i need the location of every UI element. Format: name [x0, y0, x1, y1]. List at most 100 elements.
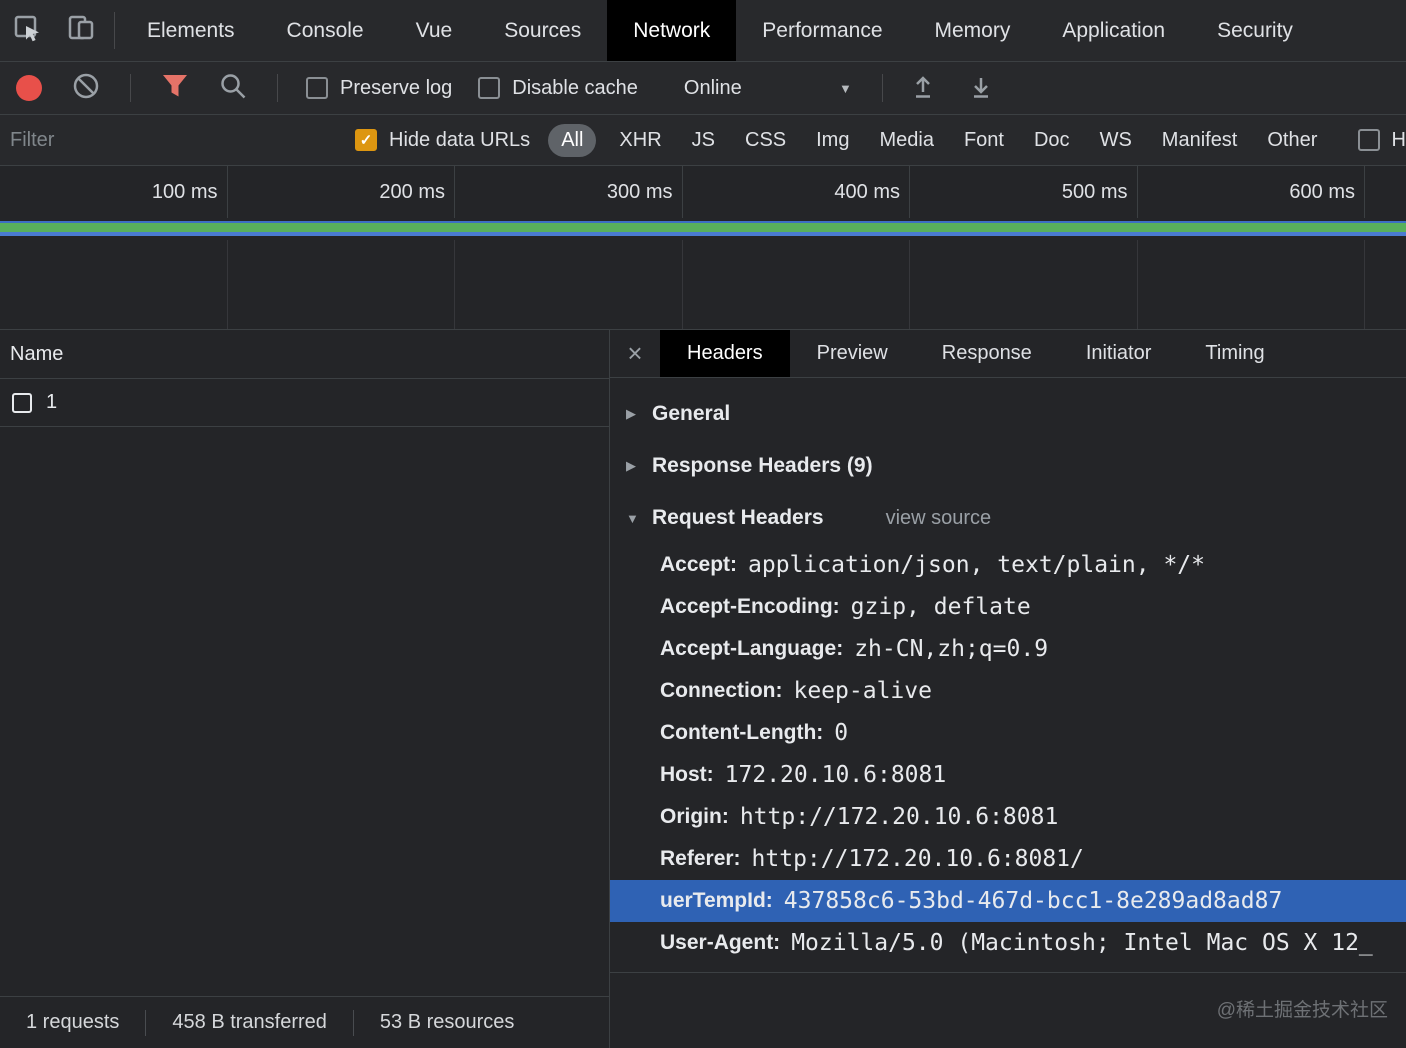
timeline-tick: 300 ms — [455, 166, 683, 218]
filter-type-manifest[interactable]: Manifest — [1147, 129, 1253, 152]
clear-button[interactable] — [72, 72, 100, 105]
checkbox-box — [1357, 129, 1380, 151]
detail-tab-initiator[interactable]: Initiator — [1059, 330, 1179, 377]
clipped-checkbox[interactable]: H — [1357, 129, 1406, 152]
status-item: 53 B resources — [379, 1011, 515, 1033]
request-header-row[interactable]: Referer: http://172.20.10.6:8081/ — [610, 838, 1406, 880]
detail-tab-timing[interactable]: Timing — [1178, 330, 1291, 377]
status-item: 458 B transferred — [172, 1011, 327, 1033]
filter-type-font[interactable]: Font — [949, 129, 1019, 152]
collapsed-triangle-icon: ▶ — [626, 406, 636, 421]
checkbox-label: Disable cache — [512, 76, 638, 99]
network-status-bar: 1 requests 458 B transferred 53 B resource… — [0, 996, 609, 1048]
checkbox-box — [478, 77, 501, 99]
header-value: application/json, text/plain, */* — [748, 552, 1205, 578]
detail-tab-headers[interactable]: Headers — [660, 330, 790, 377]
section-response-headers-9[interactable]: ▶ Response Headers (9) — [610, 440, 1406, 492]
detail-tabs: Headers Preview Response Initiator Timing — [660, 330, 1292, 377]
name-column-header[interactable]: Name — [0, 330, 609, 379]
resource-type-filters: All XHR JS CSS Img Media Font Doc WS Manifest Othe… — [540, 123, 1332, 157]
tab-security[interactable]: Security — [1191, 0, 1319, 61]
header-name: Connection: — [660, 679, 783, 702]
request-header-row[interactable]: Connection: keep-alive — [610, 670, 1406, 712]
request-header-row[interactable]: Host: 172.20.10.6:8081 — [610, 754, 1406, 796]
filter-type-media[interactable]: Media — [864, 129, 948, 152]
filter-input[interactable] — [10, 128, 355, 152]
request-header-row[interactable]: Origin: http://172.20.10.6:8081 — [610, 796, 1406, 838]
request-header-row[interactable]: User-Agent: Mozilla/5.0 (Macintosh; Intel… — [610, 922, 1406, 964]
timeline-tick: 400 ms — [683, 166, 910, 218]
header-name: Accept-Language: — [660, 637, 844, 660]
status-item: 1 requests — [26, 1011, 120, 1033]
request-header-row[interactable]: Accept: application/json, text/plain, */* — [610, 544, 1406, 586]
export-har-button[interactable] — [967, 72, 995, 105]
request-header-row[interactable]: Content-Length: 0 — [610, 712, 1406, 754]
network-overview[interactable] — [0, 218, 1406, 240]
panel-tabs: Elements Console Vue Sources Network Performa… — [121, 0, 1319, 61]
throttling-dropdown[interactable]: Online ▼ — [684, 77, 852, 100]
timeline-tick: 500 ms — [910, 166, 1138, 218]
request-row[interactable]: 1 — [0, 379, 609, 427]
expanded-triangle-icon: ▼ — [626, 510, 639, 526]
request-header-row[interactable]: Accept-Language: zh-CN,zh;q=0.9 — [610, 628, 1406, 670]
funnel-icon — [161, 73, 189, 104]
filter-type-doc[interactable]: Doc — [1019, 129, 1085, 152]
waterfall-column — [0, 240, 228, 329]
import-har-button[interactable] — [909, 72, 937, 105]
filter-type-js[interactable]: JS — [677, 129, 730, 152]
headers-sections: ▶ General ▶ Response Headers (9) ▼ Request He… — [610, 388, 1406, 973]
device-toolbar-button[interactable] — [54, 0, 108, 61]
section-general[interactable]: ▶ General — [610, 388, 1406, 440]
filter-type-img[interactable]: Img — [801, 129, 864, 152]
filter-type-all[interactable]: All — [548, 123, 597, 157]
tab-sources[interactable]: Sources — [478, 0, 607, 61]
network-main-area: Name 1 1 requests 458 B transferred 53 B r… — [0, 330, 1406, 1048]
view-source-link[interactable]: view source — [886, 507, 992, 530]
waterfall-column — [683, 240, 910, 329]
collapsed-triangle-icon: ▶ — [626, 458, 636, 473]
preserve-log-checkbox[interactable]: Preserve log — [306, 77, 452, 100]
header-name: Host: — [660, 763, 714, 786]
filter-type-other[interactable]: Other — [1252, 129, 1332, 152]
detail-tab-response[interactable]: Response — [915, 330, 1059, 377]
detail-tab-preview[interactable]: Preview — [790, 330, 915, 377]
header-name: Accept: — [660, 553, 738, 576]
filter-toggle-button[interactable] — [161, 73, 189, 104]
tab-console[interactable]: Console — [261, 0, 390, 61]
section-request-headers[interactable]: ▼ Request Headers view source — [610, 492, 1406, 544]
headers-content: ▶ General ▶ Response Headers (9) ▼ Request He… — [610, 378, 1406, 1048]
tab-performance[interactable]: Performance — [736, 0, 908, 61]
record-button[interactable] — [16, 75, 42, 101]
request-details-panel: × Headers Preview Response Initiator Timing … — [610, 330, 1406, 1048]
filter-type-css[interactable]: CSS — [730, 129, 801, 152]
header-value: 437858c6-53bd-467d-bcc1-8e289ad8ad87 — [783, 888, 1283, 914]
tab-network[interactable]: Network — [607, 0, 737, 61]
check-icon: ✓ — [359, 132, 373, 149]
inspect-element-button[interactable] — [0, 0, 54, 61]
request-header-row[interactable]: uerTempId: 437858c6-53bd-467d-bcc1-8e289a… — [610, 880, 1406, 922]
request-name: 1 — [46, 391, 58, 413]
waterfall-column — [1138, 240, 1365, 329]
network-toolbar: Preserve log Disable cache Online ▼ — [0, 62, 1406, 115]
disable-cache-checkbox[interactable]: Disable cache — [478, 77, 638, 100]
toolbar-separator — [881, 74, 883, 102]
tab-elements[interactable]: Elements — [121, 0, 261, 61]
tab-application[interactable]: Application — [1036, 0, 1191, 61]
checkbox-box — [306, 77, 328, 99]
tab-vue[interactable]: Vue — [390, 0, 479, 61]
device-toolbar-icon — [66, 13, 96, 48]
toolbar-separator — [277, 74, 278, 102]
checkbox-label: Hide data URLs — [389, 128, 531, 151]
inspect-cursor-icon — [12, 13, 42, 48]
request-header-row[interactable]: Accept-Encoding: gzip, deflate — [610, 586, 1406, 628]
search-button[interactable] — [219, 72, 247, 105]
timeline-stub — [1365, 166, 1406, 218]
request-list-empty-space — [0, 427, 609, 996]
header-value: keep-alive — [793, 678, 932, 704]
header-value: 172.20.10.6:8081 — [724, 762, 947, 788]
tab-memory[interactable]: Memory — [909, 0, 1037, 61]
filter-type-ws[interactable]: WS — [1085, 129, 1147, 152]
close-details-button[interactable]: × — [610, 330, 660, 377]
filter-type-xhr[interactable]: XHR — [604, 129, 676, 152]
hide-data-urls-checkbox[interactable]: ✓ Hide data URLs — [355, 129, 530, 152]
